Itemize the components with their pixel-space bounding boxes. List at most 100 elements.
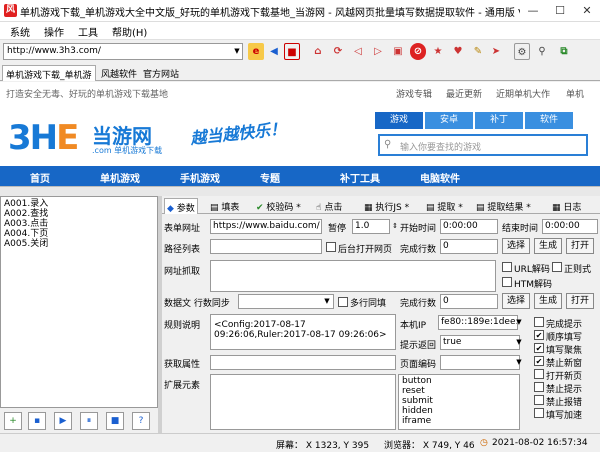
nav-item[interactable]: 补丁工具: [340, 170, 380, 185]
page-enc-dropdown-icon[interactable]: ▼: [514, 355, 524, 369]
search-tab-android[interactable]: 安卓: [425, 112, 473, 129]
select-button-2[interactable]: 选择: [502, 293, 530, 309]
tab-official[interactable]: 官方网站: [140, 65, 182, 81]
check-done-hint[interactable]: [534, 317, 544, 327]
hint-dropdown-icon[interactable]: ▼: [514, 335, 524, 349]
search-icon[interactable]: ⚲: [534, 43, 550, 60]
tab-params[interactable]: ◆ 参数: [164, 198, 198, 214]
check-open-new-page[interactable]: [534, 369, 544, 379]
prev-icon[interactable]: ◁: [350, 43, 366, 60]
tab-fengyue[interactable]: 风越软件: [98, 65, 140, 81]
back-icon[interactable]: ◀: [266, 43, 282, 60]
html-decode-checkbox[interactable]: [502, 277, 512, 287]
nav-item[interactable]: 首页: [30, 170, 50, 185]
home-icon[interactable]: ⌂: [310, 43, 326, 60]
multiline-checkbox[interactable]: [338, 297, 348, 307]
stop-icon[interactable]: ■: [106, 412, 124, 430]
search-tab-software[interactable]: 软件: [525, 112, 573, 129]
star-icon[interactable]: ★: [430, 43, 446, 60]
open-button-2[interactable]: 打开: [566, 293, 594, 309]
generate-button-2[interactable]: 生成: [534, 293, 562, 309]
page-enc-input[interactable]: [440, 355, 520, 370]
splitter-horizontal[interactable]: [0, 186, 600, 196]
next-icon[interactable]: ▷: [370, 43, 386, 60]
element-list[interactable]: button reset submit hidden iframe: [398, 374, 520, 430]
site-logo[interactable]: 3HE: [8, 118, 79, 158]
list-item[interactable]: iframe: [402, 416, 516, 426]
nav-item[interactable]: 单机游戏: [100, 170, 140, 185]
list-item[interactable]: A003.点击: [4, 219, 48, 229]
add-icon[interactable]: +: [4, 412, 22, 430]
done-rows-input[interactable]: 0: [440, 239, 498, 254]
action-list[interactable]: A001.录入 A002.查找 A003.点击 A004.下页 A005.关闭: [0, 196, 158, 408]
data-file-dropdown-icon[interactable]: ▼: [322, 294, 332, 308]
list-item[interactable]: A001.录入: [4, 199, 48, 209]
bg-open-checkbox[interactable]: [326, 242, 336, 252]
pause-input[interactable]: 1.0: [352, 219, 390, 234]
tab-click[interactable]: ☝ 点击: [314, 198, 344, 214]
tab-extract-result[interactable]: ▤ 提取结果 *: [474, 198, 533, 214]
ip-dropdown-icon[interactable]: ▼: [514, 315, 524, 329]
tab-extract[interactable]: ▤ 提取 *: [424, 198, 465, 214]
menu-tools[interactable]: 工具: [78, 24, 98, 39]
tab-log[interactable]: ▦ 日志: [550, 198, 583, 214]
brush-icon[interactable]: ✎: [470, 43, 486, 60]
stop-icon[interactable]: ■: [284, 43, 300, 60]
ext-textarea[interactable]: [210, 374, 396, 430]
browser-view[interactable]: 打造安全无毒、好玩的单机游戏下载基地 游戏专辑 最近更新 近期单机大作 单机 3…: [0, 82, 600, 186]
gear-icon[interactable]: ⚙: [514, 43, 530, 60]
tab-fill[interactable]: ▤ 填表: [208, 198, 241, 214]
url-grab-input[interactable]: [210, 260, 496, 292]
favorites-icon[interactable]: ♥: [450, 43, 466, 60]
search-tab-patch[interactable]: 补丁: [475, 112, 523, 129]
rule-textarea[interactable]: <Config:2017-08-17 09:26:06,Ruler:2017-0…: [210, 314, 396, 350]
done-rows-input-2[interactable]: 0: [440, 294, 498, 309]
ip-input[interactable]: fe80::189e:1dee:: [438, 315, 518, 330]
open-button[interactable]: 打开: [566, 238, 594, 254]
start-time-input[interactable]: 0:00:00: [440, 219, 498, 234]
path-list-input[interactable]: [210, 239, 322, 254]
help-icon[interactable]: ?: [132, 412, 150, 430]
top-link[interactable]: 游戏专辑: [396, 87, 432, 100]
check-block-new-window[interactable]: ✔: [534, 356, 544, 366]
site-search-input[interactable]: 输入你要查找的游戏: [378, 134, 588, 156]
select-button[interactable]: 选择: [502, 238, 530, 254]
block-icon[interactable]: ⊘: [410, 43, 426, 60]
list-item[interactable]: A005.关闭: [4, 239, 48, 249]
form-url-input[interactable]: https://www.baidu.com/: [210, 219, 322, 234]
tab-captcha[interactable]: ✔ 校验码 *: [254, 198, 303, 214]
url-dropdown-icon[interactable]: ▼: [232, 44, 242, 59]
tab-dangyou[interactable]: 单机游戏下载_单机游: [2, 65, 96, 81]
check-order-fill[interactable]: ✔: [534, 330, 544, 340]
menu-help[interactable]: 帮助(H): [112, 24, 147, 39]
regex-checkbox[interactable]: [552, 262, 562, 272]
window-icon[interactable]: ⧉: [556, 43, 572, 60]
check-fill-accel[interactable]: [534, 408, 544, 418]
nav-item[interactable]: 手机游戏: [180, 170, 220, 185]
search-tab-games[interactable]: 游戏: [375, 112, 423, 129]
top-link[interactable]: 单机: [566, 87, 584, 100]
close-button[interactable]: ✕: [574, 0, 600, 22]
menu-operate[interactable]: 操作: [44, 24, 64, 39]
get-attr-input[interactable]: [210, 355, 396, 370]
list-item[interactable]: button: [402, 376, 516, 386]
play-icon[interactable]: ▶: [54, 412, 72, 430]
url-input[interactable]: http://www.3h3.com/: [3, 43, 243, 60]
pause-spinner-icon[interactable]: ⇕: [390, 219, 400, 233]
generate-button[interactable]: 生成: [534, 238, 562, 254]
check-no-hint[interactable]: [534, 382, 544, 392]
hint-input[interactable]: true: [440, 335, 520, 350]
list-item[interactable]: hidden: [402, 406, 516, 416]
top-link[interactable]: 近期单机大作: [496, 87, 550, 100]
data-file-input[interactable]: [238, 294, 334, 309]
nav-item[interactable]: 电脑软件: [420, 170, 460, 185]
list-item[interactable]: reset: [402, 386, 516, 396]
list-item[interactable]: A002.查找: [4, 209, 48, 219]
minimize-button[interactable]: —: [520, 0, 546, 22]
list-item[interactable]: A004.下页: [4, 229, 48, 239]
pause-icon[interactable]: ⏸: [80, 412, 98, 430]
refresh-icon[interactable]: ⟳: [330, 43, 346, 60]
page-icon[interactable]: ▣: [390, 43, 406, 60]
url-decode-checkbox[interactable]: [502, 262, 512, 272]
end-time-input[interactable]: 0:00:00: [542, 219, 598, 234]
